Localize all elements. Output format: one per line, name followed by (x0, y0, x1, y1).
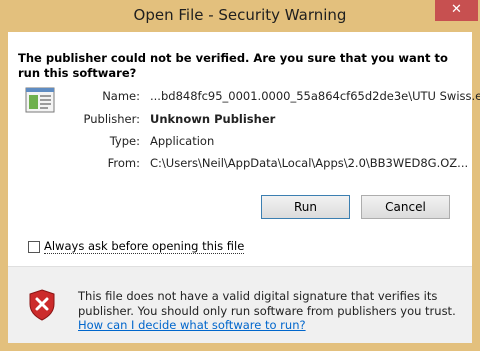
always-ask-label[interactable]: Always ask before opening this file (44, 239, 245, 254)
publisher-value: Unknown Publisher (150, 112, 276, 126)
warning-question: The publisher could not be verified. Are… (18, 51, 448, 80)
signature-warning-text: This file does not have a valid digital … (78, 289, 456, 318)
cancel-button[interactable]: Cancel (361, 195, 450, 219)
from-label: From: (107, 156, 140, 170)
always-ask-checkbox[interactable] (28, 241, 40, 253)
help-link[interactable]: How can I decide what software to run? (78, 318, 306, 332)
close-button[interactable]: ✕ (435, 0, 478, 21)
run-button[interactable]: Run (261, 195, 350, 219)
publisher-label: Publisher: (83, 112, 140, 126)
security-warning-window: Open File - Security Warning ✕ The publi… (0, 0, 480, 351)
window-title: Open File - Security Warning (133, 6, 347, 24)
type-label: Type: (109, 134, 140, 148)
cancel-button-label: Cancel (385, 200, 426, 214)
type-value: Application (150, 134, 215, 148)
title-bar[interactable]: Open File - Security Warning ✕ (0, 0, 480, 32)
name-label: Name: (102, 89, 140, 103)
shield-error-icon (28, 289, 56, 321)
close-icon: ✕ (451, 2, 462, 17)
from-value: C:\Users\Neil\AppData\Local\Apps\2.0\BB3… (150, 156, 469, 170)
run-button-label: Run (293, 200, 317, 214)
name-value: ...bd848fc95_0001.0000_55a864cf65d2de3e\… (150, 89, 480, 103)
